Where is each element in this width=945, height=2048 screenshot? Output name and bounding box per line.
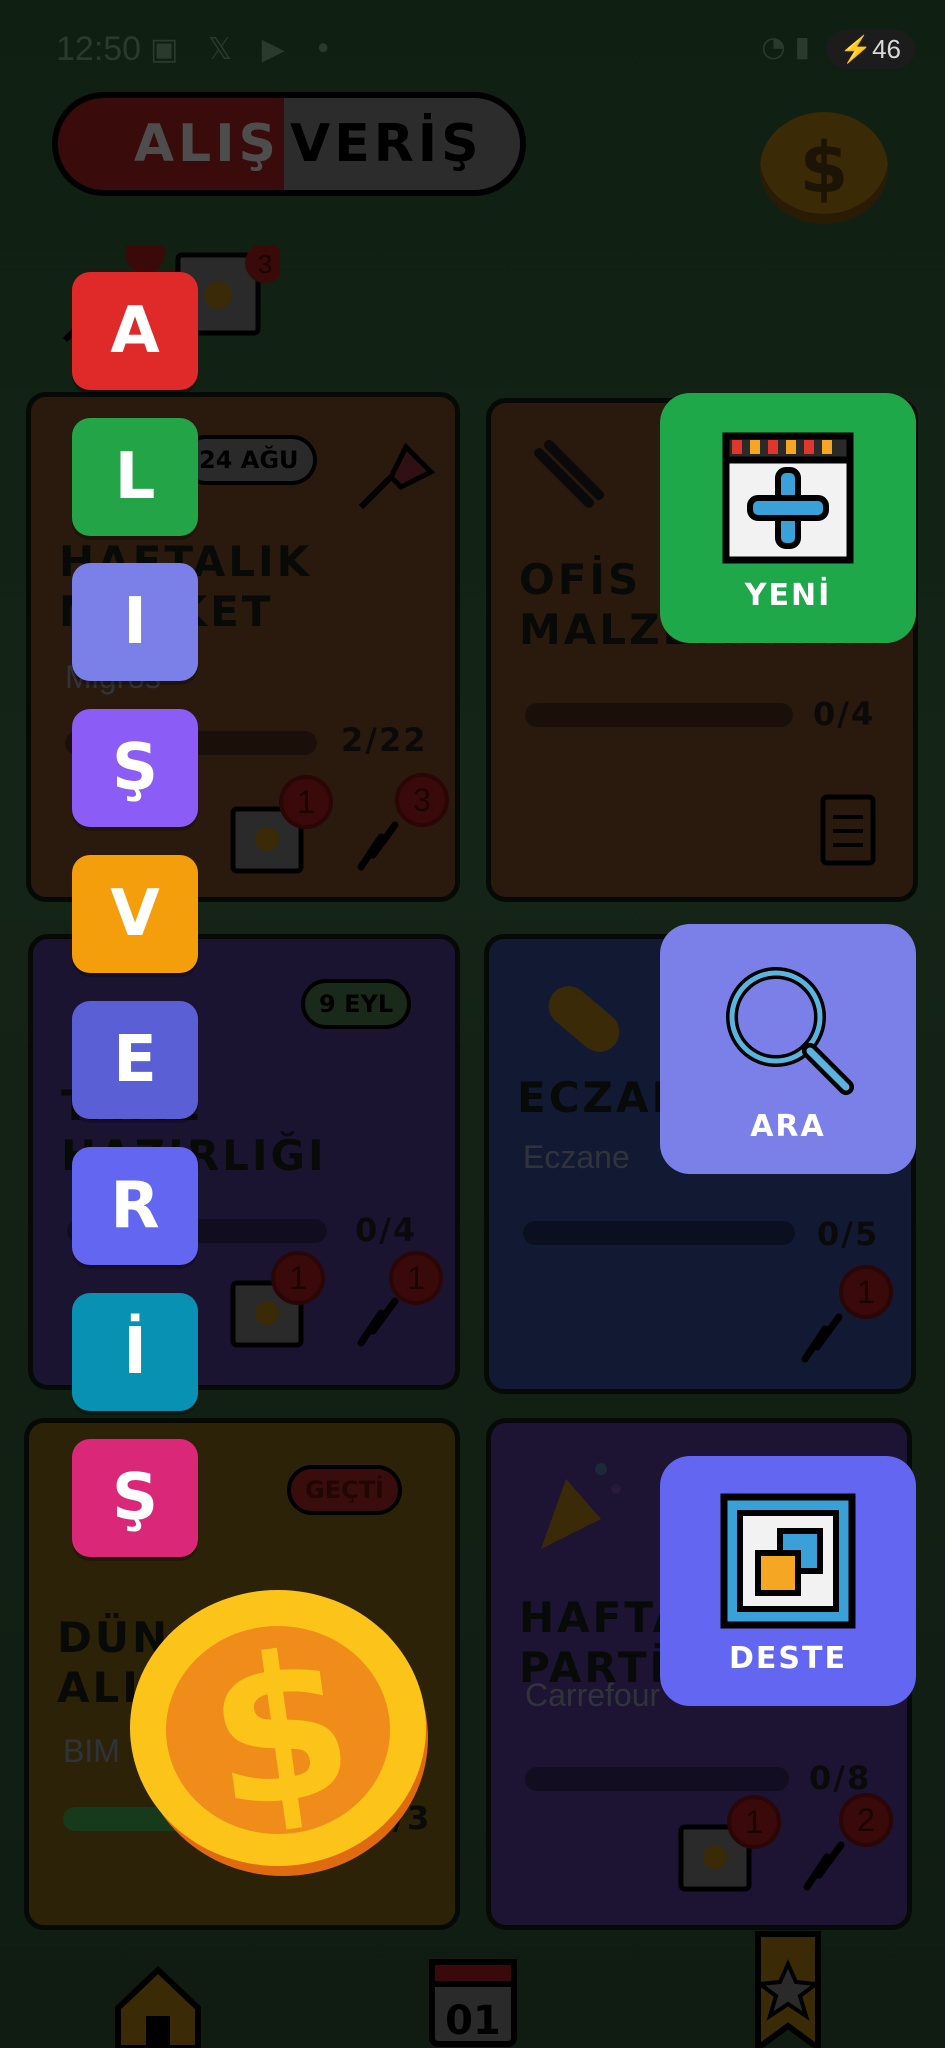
pill-icon: [548, 986, 620, 1052]
search-label: ARA: [750, 1109, 826, 1144]
calendar-icon: 01: [429, 1959, 517, 2047]
coin-icon: $: [130, 1590, 428, 1876]
status-bar: 12:50 ▣ 𝕏 ▶ • ◔ ▮ ⚡46: [0, 0, 945, 100]
charging-bolt-icon: ⚡: [839, 34, 873, 64]
card-subtitle: BIM: [63, 1733, 120, 1769]
link-count-badge: 2: [839, 1793, 893, 1847]
date-pill: 9 EYL: [301, 979, 412, 1029]
search-button[interactable]: ARA: [660, 924, 916, 1174]
progress-count: 2/22: [341, 721, 428, 759]
party-popper-icon: [541, 1463, 621, 1549]
letter-tile: Ş: [72, 709, 198, 827]
letter-tile: V: [72, 855, 198, 973]
letter-tile: Ş: [72, 1439, 198, 1557]
deck-button[interactable]: DESTE: [660, 1456, 916, 1706]
progress-bar: [525, 1767, 789, 1791]
letter-tile: İ: [72, 1293, 198, 1411]
pin-icon: [358, 442, 436, 510]
link-count-badge: 1: [839, 1265, 893, 1319]
letter-tile: E: [72, 1001, 198, 1119]
letter-tile: I: [72, 563, 198, 681]
letter-tile: L: [72, 418, 198, 536]
title-left: ALIŞ: [133, 114, 280, 174]
status-time: 12:50: [56, 30, 142, 68]
date-pill: 24 AĞU: [181, 435, 317, 485]
title-right: VERİŞ: [290, 114, 483, 174]
letter-tile: R: [72, 1147, 198, 1265]
svg-text:3: 3: [258, 249, 272, 279]
progress-count: 0/8: [809, 1759, 872, 1797]
letter-tile: A: [72, 272, 198, 390]
photo-count-badge: 1: [727, 1795, 781, 1849]
battery-indicator: ⚡46: [825, 30, 915, 69]
dollar-icon: $: [799, 127, 849, 209]
add-calendar-icon: [722, 432, 854, 564]
deck-label: DESTE: [729, 1641, 847, 1676]
network-icons: ◔ ▮: [761, 30, 810, 63]
status-pill: GEÇTİ: [287, 1465, 403, 1515]
progress-bar: [525, 703, 793, 727]
photo-count-badge: 1: [279, 775, 333, 829]
new-list-label: YENİ: [744, 578, 832, 613]
bottom-navigation: 01: [115, 1931, 822, 2048]
progress-count: 0/4: [813, 695, 876, 733]
paperclip-icon: [534, 440, 604, 508]
photo-count-badge: 1: [271, 1251, 325, 1305]
home-icon: [115, 1965, 201, 2048]
link-count-badge: 3: [395, 773, 449, 827]
link-count-badge: 1: [389, 1251, 443, 1305]
new-list-button[interactable]: YENİ: [660, 393, 916, 643]
card-subtitle: Eczane: [523, 1139, 630, 1175]
progress-bar: [523, 1221, 795, 1245]
coin-button[interactable]: $: [760, 112, 888, 224]
progress-count: 0/4: [355, 1211, 418, 1249]
calendar-day: 01: [445, 1998, 501, 2044]
deck-icon: [720, 1493, 856, 1629]
notification-icons: ▣ 𝕏 ▶ •: [150, 32, 342, 67]
progress-count: 0/5: [817, 1215, 880, 1253]
card-subtitle: Carrefour: [525, 1677, 661, 1713]
battery-level: 46: [872, 34, 901, 64]
document-icon: [820, 794, 876, 866]
star-ribbon-icon: [754, 1931, 822, 2048]
magnifier-icon: [726, 967, 854, 1095]
app-title: ALIŞ VERİŞ: [52, 92, 526, 196]
